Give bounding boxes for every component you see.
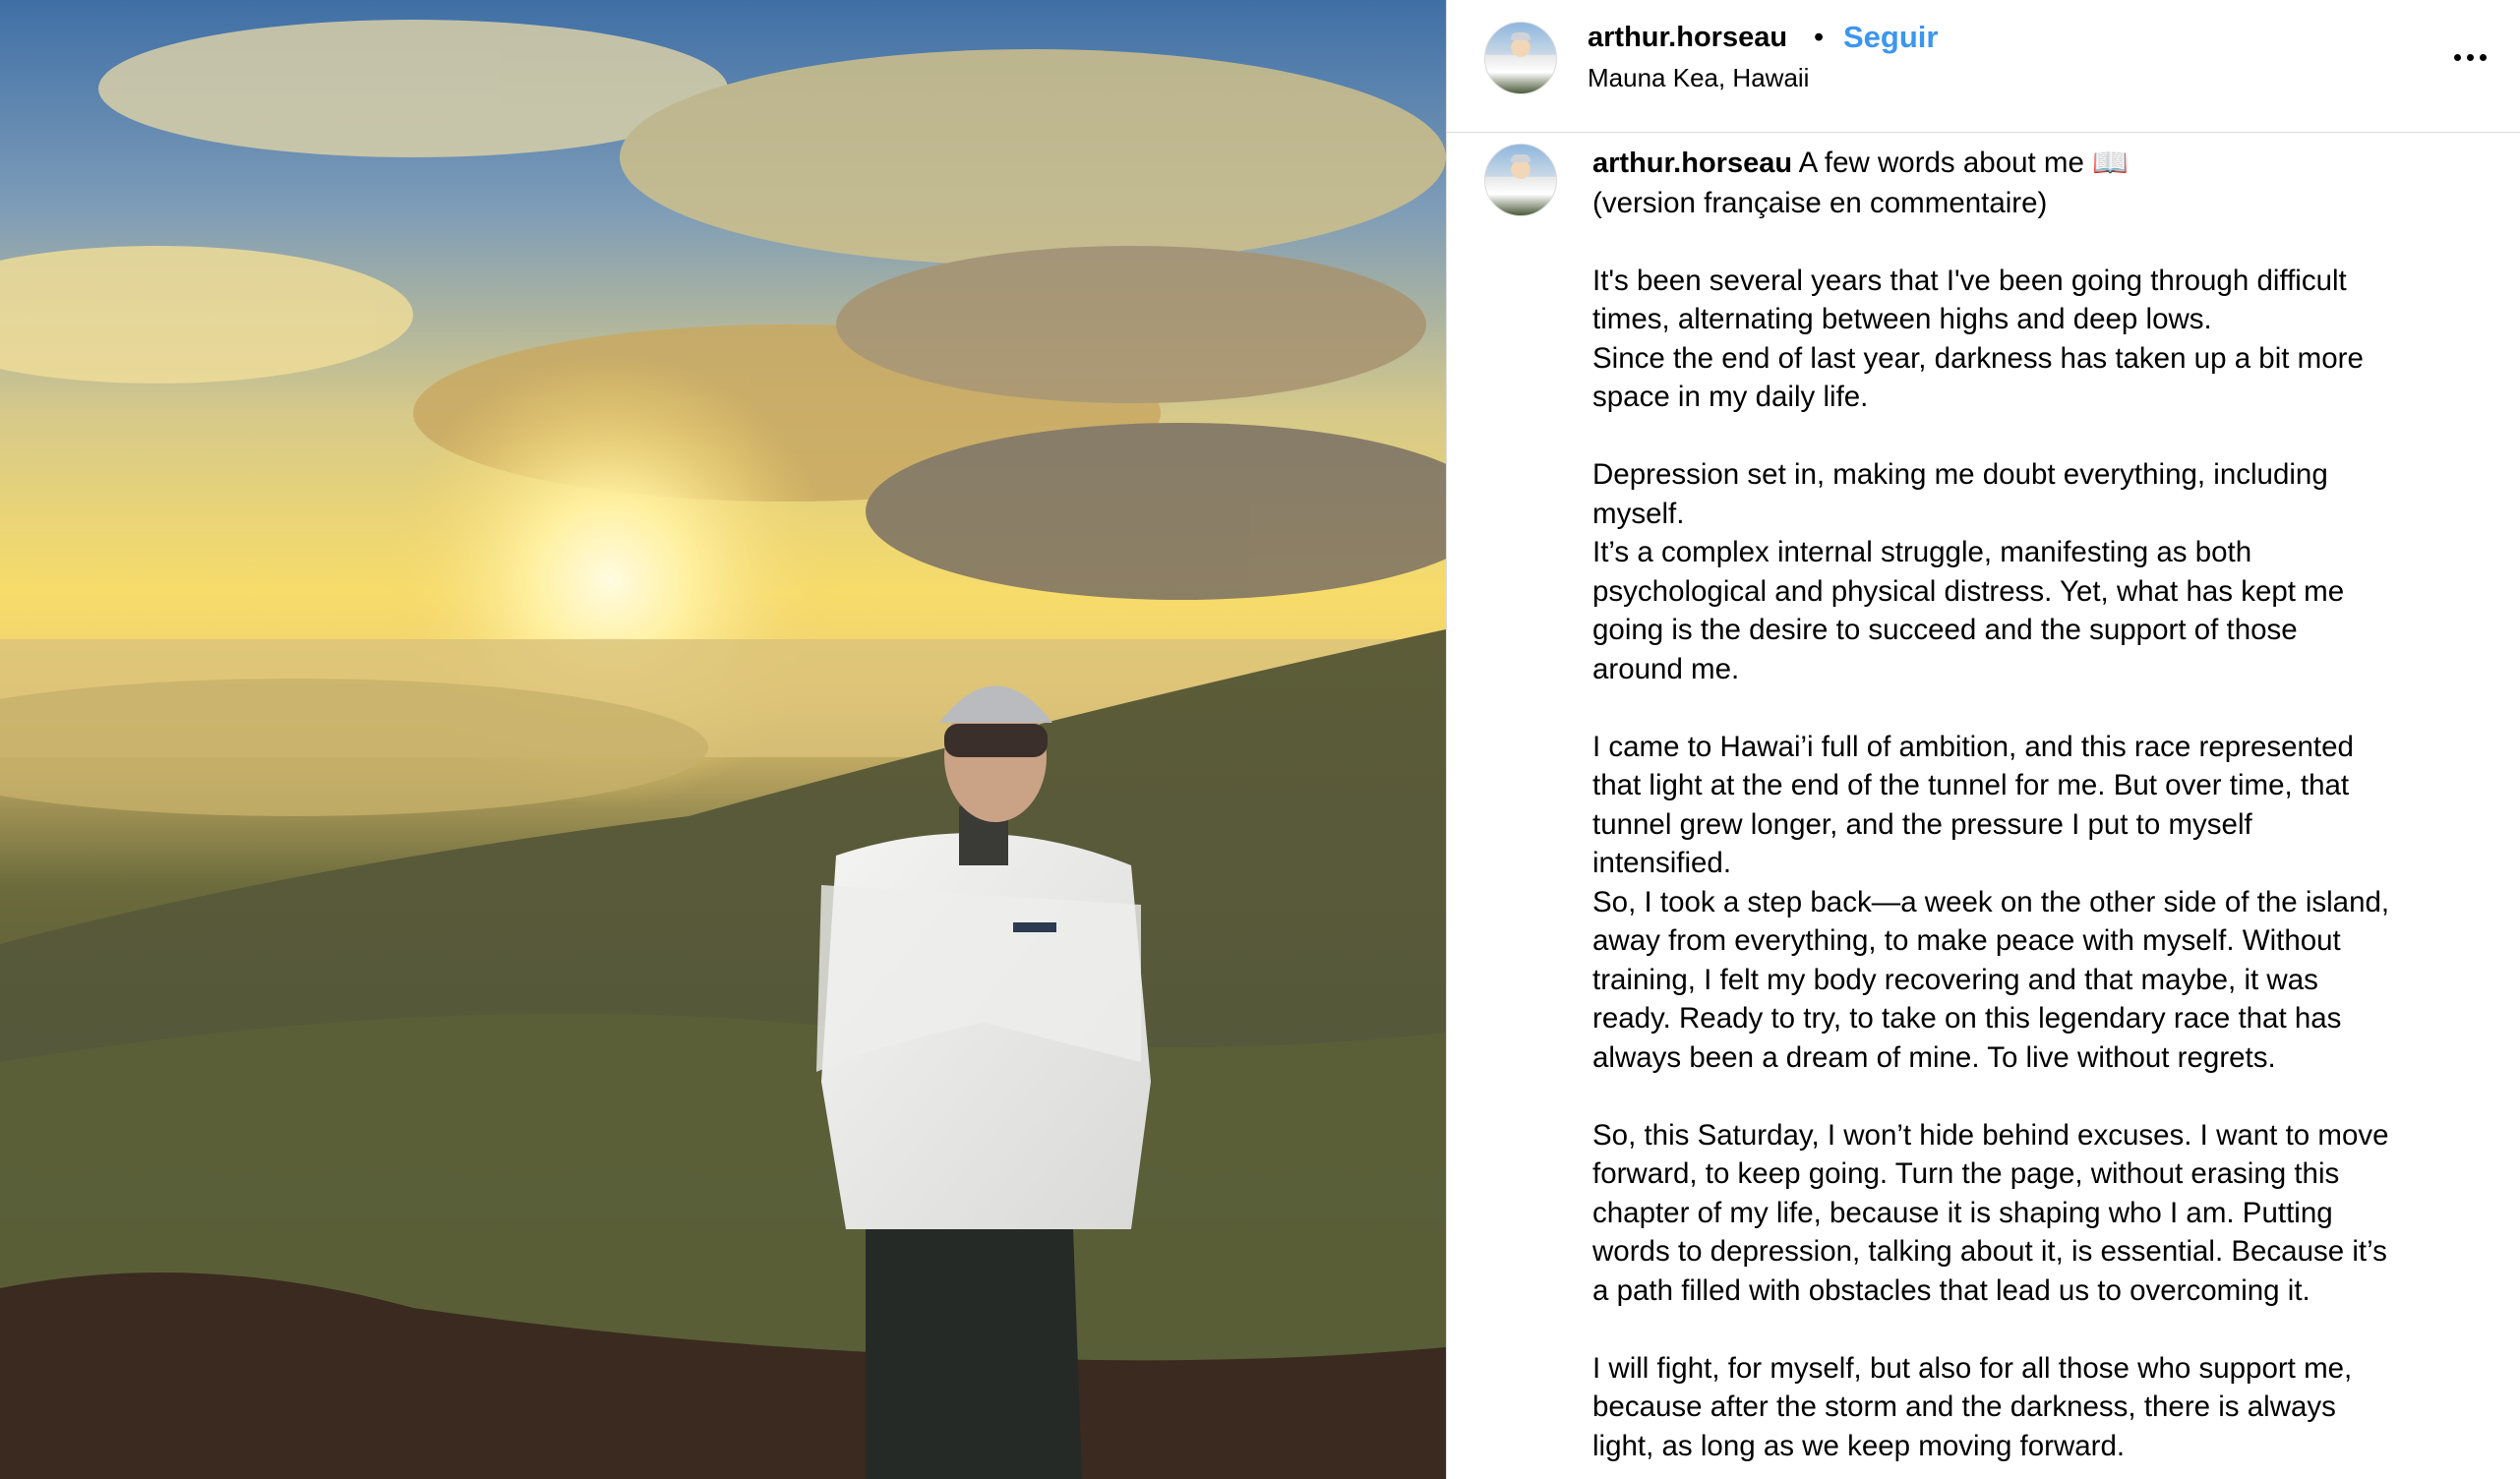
caption-line: Since the end of last year, darkness has… (1592, 341, 2364, 375)
caption-line: intensified. (1592, 847, 1732, 879)
caption-line: ready. Ready to try, to take on this leg… (1592, 1002, 2342, 1035)
caption-avatar[interactable] (1484, 144, 1557, 216)
caption-line: light, as long as we keep moving forward… (1592, 1429, 2126, 1462)
caption-line: forward, to keep going. Turn the page, w… (1592, 1157, 2340, 1190)
caption-line: away from everything, to make peace with… (1592, 924, 2341, 957)
post-details-panel: arthur.horseau • Seguir Mauna Kea, Hawai… (1446, 0, 2520, 1479)
caption-line: psychological and physical distress. Yet… (1592, 574, 2345, 608)
caption-line: going is the desire to succeed and the s… (1592, 614, 2298, 646)
caption-line: chapter of my life, because it is shapin… (1592, 1196, 2333, 1229)
post-header: arthur.horseau • Seguir Mauna Kea, Hawai… (1447, 0, 2520, 133)
author-username[interactable]: arthur.horseau (1588, 22, 1787, 54)
caption-line: tunnel grew longer, and the pressure I p… (1592, 807, 2252, 841)
caption-line: myself. (1592, 497, 1685, 530)
caption-line: I came to Hawai’i full of ambition, and … (1592, 730, 2354, 763)
caption-text: arthur.horseau A few words about me 📖 (v… (1592, 144, 2478, 1465)
caption-line: because after the storm and the darkness… (1592, 1390, 2336, 1423)
caption-line: Depression set in, making me doubt every… (1592, 458, 2328, 491)
caption-line: always been a dream of mine. To live wit… (1592, 1040, 2276, 1074)
post-photo[interactable] (0, 0, 1446, 1479)
caption-line: a path filled with obstacles that lead u… (1592, 1273, 2310, 1307)
separator-dot: • (1814, 22, 1825, 53)
avatar[interactable] (1484, 22, 1557, 94)
location-link[interactable]: Mauna Kea, Hawaii (1588, 63, 1809, 93)
caption-line: So, this Saturday, I won’t hide behind e… (1592, 1118, 2389, 1152)
caption-line: So, I took a step back—a week on the oth… (1592, 885, 2390, 918)
caption-line: that light at the end of the tunnel for … (1592, 769, 2350, 801)
caption-intro: A few words about me 📖 (1798, 147, 2129, 179)
more-horizontal-icon[interactable] (2440, 28, 2499, 87)
caption-line: times, alternating between highs and dee… (1592, 303, 2212, 335)
caption-username[interactable]: arthur.horseau (1592, 148, 1792, 179)
caption-line: space in my daily life. (1592, 381, 1869, 413)
more-dot (2453, 53, 2461, 61)
caption-line: words to depression, talking about it, i… (1592, 1235, 2387, 1268)
more-dot (2479, 53, 2487, 61)
caption-line: training, I felt my body recovering and … (1592, 963, 2318, 996)
caption-line: It's been several years that I've been g… (1592, 264, 2347, 297)
caption-line: (version française en commentaire) (1592, 186, 2048, 219)
caption-line: I will fight, for myself, but also for a… (1592, 1351, 2353, 1385)
caption-section: arthur.horseau A few words about me 📖 (v… (1447, 138, 2520, 1479)
caption-line: around me. (1592, 652, 1740, 685)
caption-first-line: arthur.horseau A few words about me 📖 (1592, 144, 2478, 184)
more-dot (2466, 53, 2474, 61)
photo-illustration (0, 20, 1446, 1479)
caption-line: It’s a complex internal struggle, manife… (1592, 536, 2252, 568)
follow-button[interactable]: Seguir (1843, 20, 1938, 55)
